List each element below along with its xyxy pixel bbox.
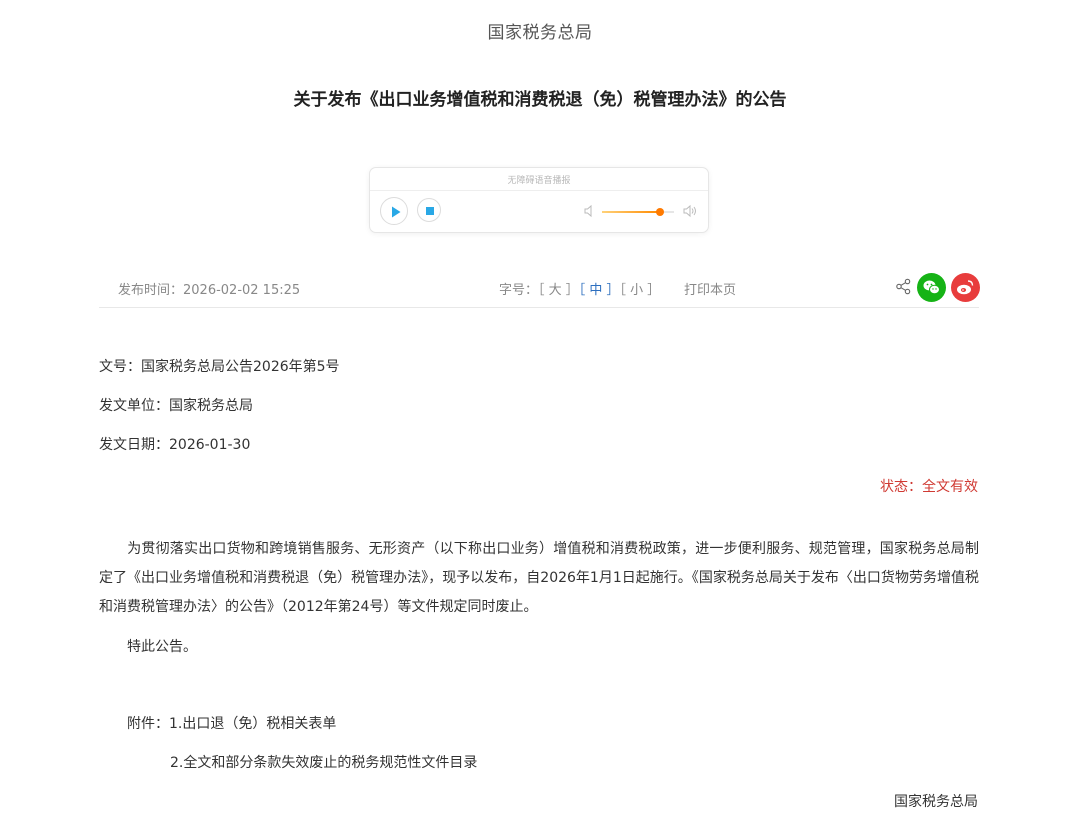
volume-slider-fill	[602, 211, 660, 213]
wechat-share-button[interactable]	[917, 273, 946, 302]
article-meta-bar: 发布时间：2026-02-02 15:25 字号：［ 大 ］［ 中 ］［ 小 ］…	[99, 270, 980, 308]
publish-time: 发布时间：2026-02-02 15:25	[118, 283, 301, 298]
announcement-paragraph: 为贯彻落实出口货物和跨境销售服务、无形资产（以下称出口业务）增值税和消费税政策，…	[99, 541, 979, 615]
player-label: 无障碍语音播报	[507, 176, 571, 186]
signature: 国家税务总局	[894, 794, 978, 810]
font-size-label: 字号：	[499, 283, 539, 298]
font-size-medium[interactable]: ［ 中 ］	[579, 283, 620, 298]
issue-date: 发文日期：2026-01-30	[99, 437, 251, 453]
attachment-1[interactable]: 附件：1.出口退（免）税相关表单	[127, 713, 336, 733]
player-divider	[370, 190, 708, 191]
announcement-body: 为贯彻落实出口货物和跨境销售服务、无形资产（以下称出口业务）增值税和消费税政策，…	[99, 535, 979, 622]
audio-player: 无障碍语音播报	[369, 167, 709, 233]
play-button[interactable]	[380, 197, 408, 225]
site-name: 国家税务总局	[487, 23, 593, 43]
font-size-small[interactable]: ［ 小 ］	[620, 283, 661, 298]
volume-low-icon[interactable]	[583, 204, 597, 218]
volume-high-icon[interactable]	[682, 204, 698, 218]
play-icon	[392, 206, 401, 218]
weibo-share-button[interactable]	[951, 273, 980, 302]
font-size-selector: 字号：［ 大 ］［ 中 ］［ 小 ］	[499, 279, 660, 298]
issuer: 发文单位：国家税务总局	[99, 398, 253, 414]
page: 国家税务总局 关于发布《出口业务增值税和消费税退（免）税管理办法》的公告 无障碍…	[0, 0, 1080, 823]
doc-number: 文号：国家税务总局公告2026年第5号	[99, 359, 340, 375]
weibo-icon	[957, 280, 974, 295]
font-size-large[interactable]: ［ 大 ］	[538, 283, 579, 298]
stop-icon	[426, 207, 434, 215]
volume-slider-knob[interactable]	[655, 208, 664, 216]
closing-line: 特此公告。	[127, 639, 197, 655]
volume-slider[interactable]	[602, 208, 674, 216]
stop-button[interactable]	[417, 198, 441, 222]
article-title: 关于发布《出口业务增值税和消费税退（免）税管理办法》的公告	[293, 90, 787, 110]
print-link[interactable]: 打印本页	[684, 279, 736, 298]
attachment-2[interactable]: 2.全文和部分条款失效废止的税务规范性文件目录	[170, 752, 477, 772]
wechat-icon	[923, 280, 940, 295]
share-icon[interactable]	[895, 278, 912, 295]
status-badge: 状态：全文有效	[880, 479, 978, 495]
